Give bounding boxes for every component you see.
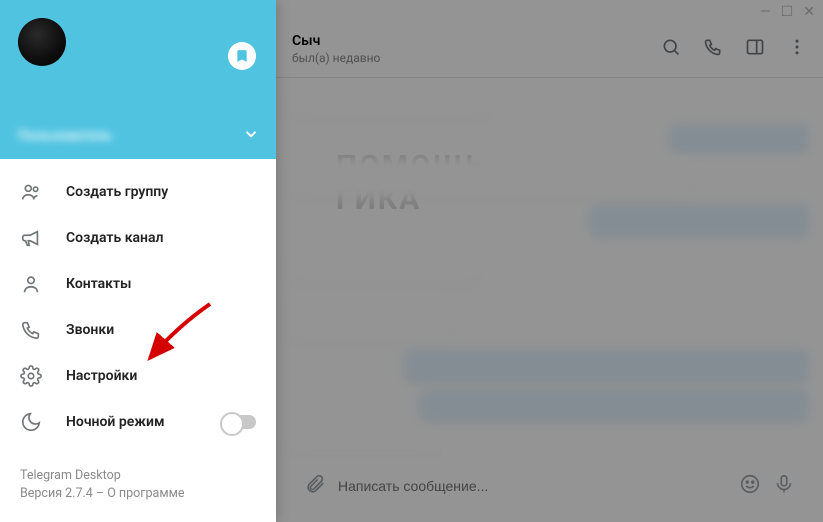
message-in[interactable]: [290, 290, 450, 343]
message-out[interactable]: [419, 389, 809, 423]
person-icon: [20, 273, 42, 295]
attach-icon[interactable]: [304, 473, 326, 499]
search-icon[interactable]: [661, 37, 681, 61]
user-name: Пользователь: [18, 128, 112, 144]
menu-label: Создать канал: [66, 230, 163, 246]
moon-icon: [20, 411, 42, 433]
message-in[interactable]: [290, 428, 440, 458]
maximize-icon[interactable]: ☐: [781, 4, 794, 20]
menu-item-contacts[interactable]: Контакты: [0, 261, 276, 307]
microphone-icon[interactable]: [773, 473, 795, 499]
night-mode-toggle[interactable]: [222, 415, 256, 429]
avatar[interactable]: [18, 18, 66, 66]
minimize-icon[interactable]: —: [760, 4, 771, 20]
compose-input[interactable]: [338, 478, 727, 494]
saved-messages-button[interactable]: [228, 42, 256, 70]
group-icon: [20, 181, 42, 203]
chat-actions: [661, 37, 807, 61]
more-icon[interactable]: [787, 37, 807, 61]
message-list: [276, 78, 823, 458]
chat-title: Сыч: [292, 33, 380, 49]
chevron-down-icon[interactable]: [242, 125, 260, 147]
chat-status: был(а) недавно: [292, 51, 380, 65]
drawer-header: Пользователь: [0, 0, 276, 159]
sidepanel-icon[interactable]: [745, 37, 765, 61]
message-in[interactable]: [290, 88, 490, 118]
phone-icon: [20, 319, 42, 341]
menu-label: Настройки: [66, 368, 137, 384]
message-out[interactable]: [589, 204, 809, 236]
compose-bar: [290, 464, 809, 508]
menu-item-new-group[interactable]: Создать группу: [0, 169, 276, 215]
app-name: Telegram Desktop: [20, 467, 256, 486]
menu-label: Звонки: [66, 322, 114, 338]
message-in[interactable]: [290, 243, 480, 285]
message-out[interactable]: [669, 124, 809, 154]
chat-header[interactable]: Сыч был(а) недавно: [276, 20, 823, 78]
menu-item-new-channel[interactable]: Создать канал: [0, 215, 276, 261]
close-icon[interactable]: ✕: [803, 4, 815, 20]
menu-item-settings[interactable]: Настройки: [0, 353, 276, 399]
drawer-menu-list: Создать группу Создать канал Контакты Зв…: [0, 159, 276, 455]
menu-label: Создать группу: [66, 184, 168, 200]
menu-item-night-mode[interactable]: Ночной режим: [0, 399, 276, 445]
drawer-footer: Telegram Desktop Версия 2.7.4 – О програ…: [0, 455, 276, 522]
drawer-menu: Пользователь Создать группу Создать кана…: [0, 0, 276, 522]
megaphone-icon: [20, 227, 42, 249]
call-icon[interactable]: [703, 37, 723, 61]
menu-label: Ночной режим: [66, 414, 165, 430]
menu-label: Контакты: [66, 276, 131, 292]
message-in[interactable]: [290, 159, 695, 198]
message-out[interactable]: [404, 349, 809, 383]
window-controls: — ☐ ✕: [760, 4, 815, 20]
chat-area: — ☐ ✕ Сыч был(а) недавно ПОМОЩЬ ГИКА: [276, 0, 823, 522]
version-line[interactable]: Версия 2.7.4 – О программе: [20, 485, 256, 504]
menu-item-calls[interactable]: Звонки: [0, 307, 276, 353]
gear-icon: [20, 365, 42, 387]
emoji-icon[interactable]: [739, 473, 761, 499]
